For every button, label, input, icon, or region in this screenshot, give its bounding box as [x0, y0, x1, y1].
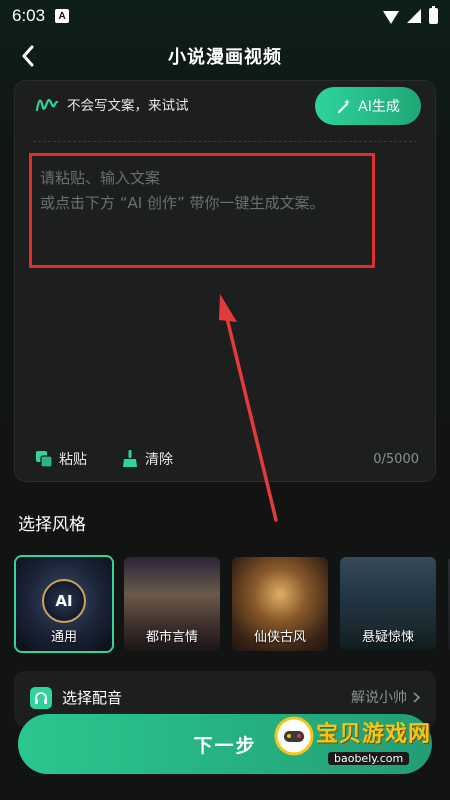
- paste-button[interactable]: 粘贴: [35, 449, 87, 469]
- back-arrow-icon: [22, 45, 34, 67]
- paste-label: 粘贴: [59, 452, 87, 468]
- style-card-xianxia[interactable]: 仙侠古风: [230, 555, 330, 653]
- clear-button[interactable]: 清除: [121, 449, 173, 469]
- divider: [33, 141, 417, 142]
- placeholder-line-2: 或点击下方 “AI 创作” 带你一键生成文案。: [40, 194, 325, 212]
- battery-icon: [429, 6, 438, 24]
- style-card-urban-romance[interactable]: 都市言情: [122, 555, 222, 653]
- voice-value-text: 解说小帅: [351, 690, 407, 706]
- ai-prompt-row: 不会写文案，来试试: [35, 93, 189, 115]
- ai-generate-button[interactable]: AI生成: [315, 87, 421, 125]
- signal-icon: [407, 9, 421, 23]
- headphone-icon: [30, 687, 52, 709]
- style-label: 都市言情: [145, 630, 198, 645]
- placeholder-line-1: 请粘贴、输入文案: [40, 169, 161, 187]
- watermark-text: 宝贝游戏网: [316, 722, 432, 747]
- wifi-icon: [383, 10, 399, 24]
- editor-card: 不会写文案，来试试 AI生成 请粘贴、输入文案 或点击下方 “AI 创作” 带你…: [14, 80, 436, 482]
- watermark: 宝贝游戏网 baobely.com: [272, 708, 432, 778]
- watermark-url: baobely.com: [328, 752, 410, 765]
- style-card-general[interactable]: AI 通用: [14, 555, 114, 653]
- style-label: 通用: [50, 630, 77, 645]
- style-section-title: 选择风格: [18, 515, 86, 535]
- style-card-more[interactable]: [446, 555, 450, 653]
- voice-label: 选择配音: [62, 689, 123, 707]
- next-step-label: 下一步: [193, 734, 257, 757]
- editor-toolbar: 粘贴 清除 0/5000: [35, 447, 419, 471]
- clear-label: 清除: [145, 452, 173, 468]
- style-label: 仙侠古风: [253, 630, 306, 645]
- gamepad-logo-icon: [274, 716, 314, 756]
- wave-icon: [35, 98, 59, 112]
- style-card-suspense[interactable]: 悬疑惊悚: [338, 555, 438, 653]
- ai-chip-icon: AI: [42, 579, 86, 623]
- style-label: 悬疑惊悚: [361, 630, 414, 645]
- style-list: AI 通用 都市言情 仙侠古风 悬疑惊悚: [14, 555, 450, 655]
- chevron-right-icon: [413, 691, 420, 703]
- page-title: 小说漫画视频: [168, 47, 282, 68]
- paste-icon: [36, 451, 53, 468]
- back-button[interactable]: [14, 40, 42, 72]
- broom-icon: [123, 450, 137, 467]
- magic-wand-icon: [338, 99, 351, 114]
- ai-prompt-text: 不会写文案，来试试: [67, 98, 189, 114]
- status-bar: 6:03 A: [0, 0, 450, 32]
- ai-generate-label: AI生成: [358, 99, 400, 115]
- voice-value: 解说小帅: [351, 687, 420, 707]
- status-time: 6:03: [12, 6, 46, 25]
- app-header: 小说漫画视频: [0, 36, 450, 76]
- notification-icon: A: [55, 9, 70, 23]
- script-input[interactable]: 请粘贴、输入文案 或点击下方 “AI 创作” 带你一键生成文案。: [29, 153, 375, 268]
- char-count: 0/5000: [373, 451, 419, 467]
